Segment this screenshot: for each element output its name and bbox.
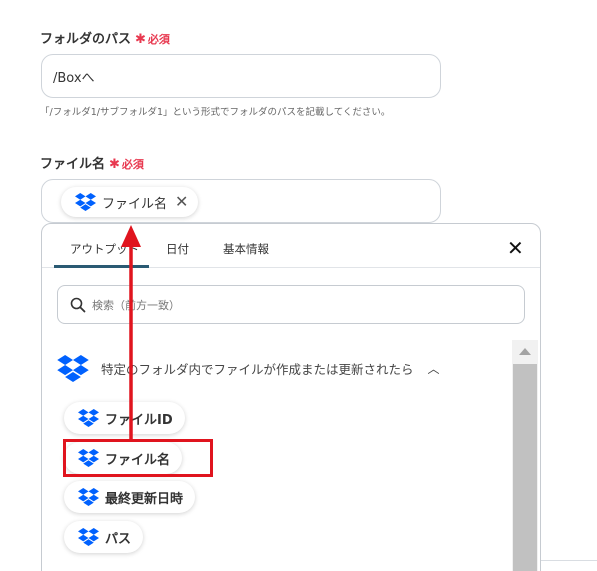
output-item-file-id[interactable]: ファイルID xyxy=(64,402,185,434)
output-item-last-modified[interactable]: 最終更新日時 xyxy=(64,481,196,513)
divider xyxy=(541,560,597,561)
trigger-section-header[interactable]: 特定のフォルダ内でファイルが作成または更新されたら ︿ xyxy=(57,355,440,382)
dropbox-icon xyxy=(78,528,99,546)
output-item-label: 最終更新日時 xyxy=(105,491,184,507)
file-name-label-row: ファイル名 ✱ 必須 xyxy=(40,153,144,172)
search-placeholder: 検索（前方一致） xyxy=(92,298,180,312)
dropbox-icon xyxy=(78,409,99,427)
output-item-label: ファイルID xyxy=(105,412,173,428)
required-text: 必須 xyxy=(147,33,170,46)
dropbox-icon xyxy=(75,193,96,211)
scroll-up-arrow-icon[interactable] xyxy=(519,348,531,355)
tab-date[interactable]: 日付 xyxy=(166,241,189,257)
required-text: 必須 xyxy=(121,158,144,171)
output-item-label: パス xyxy=(105,531,132,547)
tab-basic-info[interactable]: 基本情報 xyxy=(223,241,269,257)
dropbox-icon xyxy=(57,355,89,382)
close-icon[interactable]: ✕ xyxy=(507,238,524,258)
output-item-path[interactable]: パス xyxy=(64,521,144,553)
folder-path-label-row: フォルダのパス ✱ 必須 xyxy=(40,28,170,47)
trigger-label: 特定のフォルダ内でファイルが作成または更新されたら xyxy=(101,362,414,377)
required-star: ✱ xyxy=(135,32,146,47)
folder-path-help: 「/フォルダ1/サブフォルダ1」という形式でフォルダのパスを記載してください。 xyxy=(40,107,391,118)
tab-output[interactable]: アウトプット xyxy=(70,241,139,257)
folder-path-label: フォルダのパス xyxy=(40,32,132,47)
highlight-box xyxy=(63,439,213,477)
search-icon xyxy=(70,297,86,312)
search-input[interactable]: 検索（前方一致） xyxy=(57,285,525,324)
active-tab-indicator xyxy=(54,265,149,268)
required-star: ✱ xyxy=(109,157,120,172)
token-label: ファイル名 xyxy=(102,196,168,212)
folder-path-value: /Boxへ xyxy=(53,71,95,86)
output-picker-panel: アウトプット 日付 基本情報 ✕ 検索（前方一致） 特定のフォルダ内でファイルが… xyxy=(41,223,541,571)
scrollbar[interactable] xyxy=(512,340,538,571)
file-name-label: ファイル名 xyxy=(40,157,106,172)
remove-token-icon[interactable]: ✕ xyxy=(175,194,188,210)
file-name-token-chip[interactable]: ファイル名 ✕ xyxy=(61,187,199,217)
folder-path-input[interactable]: /Boxへ xyxy=(41,54,441,98)
chevron-up-icon[interactable]: ︿ xyxy=(428,360,440,377)
dropbox-icon xyxy=(78,488,99,506)
scrollbar-thumb[interactable] xyxy=(513,364,537,571)
